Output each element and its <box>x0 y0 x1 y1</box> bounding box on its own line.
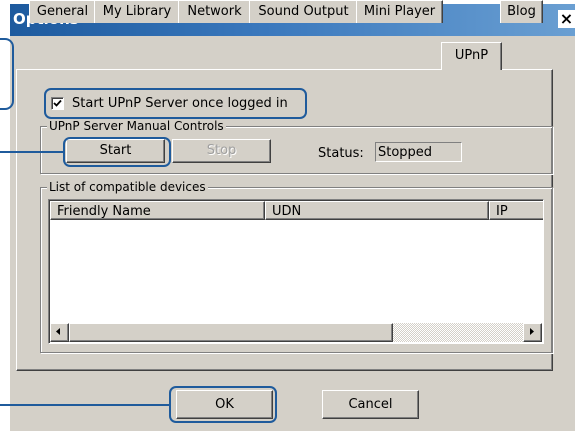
tab-label: Blog <box>507 4 536 19</box>
tab-label: Sound Output <box>258 4 349 19</box>
tab-label: Mini Player <box>363 4 436 19</box>
callout-line-start <box>0 151 64 153</box>
devices-list[interactable]: Friendly Name UDN IP <box>48 199 544 344</box>
devices-title: List of compatible devices <box>47 180 208 194</box>
arrow-right-icon <box>530 328 534 335</box>
callout-line-ok <box>0 404 171 406</box>
scroll-thumb[interactable] <box>69 323 393 342</box>
column-header-ip[interactable]: IP <box>489 201 543 220</box>
ok-button[interactable]: OK <box>176 390 273 419</box>
tab-label: UPnP <box>454 48 489 63</box>
start-button[interactable]: Start <box>66 139 165 163</box>
tab-network[interactable]: Network <box>178 0 251 23</box>
tab-blog[interactable]: Blog <box>500 0 543 23</box>
screenshot-root: Options × General My Library Network Sou… <box>0 0 575 431</box>
horizontal-scrollbar[interactable] <box>50 323 542 342</box>
close-button[interactable]: × <box>558 10 575 28</box>
start-on-login-checkbox[interactable] <box>51 96 64 110</box>
stop-button[interactable]: Stop <box>172 139 271 163</box>
start-on-login-label: Start UPnP Server once logged in <box>72 95 288 111</box>
start-on-login-checkbox-row[interactable]: Start UPnP Server once logged in <box>51 94 288 112</box>
tab-label: My Library <box>102 4 172 19</box>
status-label: Status: <box>318 146 364 161</box>
tab-label: Network <box>187 4 242 19</box>
tab-general[interactable]: General <box>29 0 96 23</box>
cancel-button[interactable]: Cancel <box>322 390 419 419</box>
tab-my-library[interactable]: My Library <box>94 0 180 23</box>
tab-sound-output[interactable]: Sound Output <box>249 0 358 23</box>
checkmark-icon <box>53 99 62 107</box>
column-header-udn[interactable]: UDN <box>265 201 489 220</box>
status-value: Stopped <box>375 142 462 162</box>
tab-label: General <box>36 4 89 19</box>
scroll-right-button[interactable] <box>523 323 542 342</box>
scroll-left-button[interactable] <box>50 323 69 342</box>
column-header-friendly-name[interactable]: Friendly Name <box>50 201 265 220</box>
tab-mini-player[interactable]: Mini Player <box>356 0 443 23</box>
tab-upnp[interactable]: UPnP <box>441 42 502 70</box>
manual-controls-title: UPnP Server Manual Controls <box>47 119 226 133</box>
arrow-left-icon <box>56 328 60 335</box>
